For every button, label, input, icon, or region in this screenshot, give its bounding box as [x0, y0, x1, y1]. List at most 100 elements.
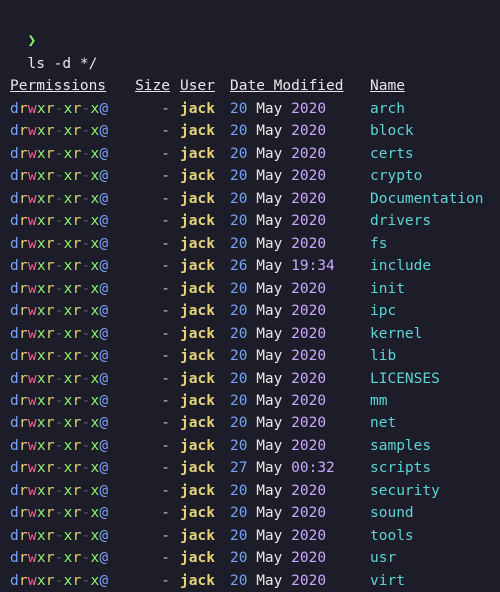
permissions: drwxr-xr-x@: [10, 300, 120, 322]
user: jack: [180, 435, 220, 457]
user: jack: [180, 390, 220, 412]
permissions: drwxr-xr-x@: [10, 98, 120, 120]
table-row: drwxr-xr-x@-jack 20 May 2020 usr: [10, 547, 490, 569]
table-row: drwxr-xr-x@-jack20 May 2020arch: [10, 98, 490, 120]
size: -: [130, 165, 170, 187]
size: -: [130, 368, 170, 390]
date-modified: 20 May 2020: [230, 412, 360, 434]
entry-name: samples: [370, 435, 490, 457]
header-date: Date Modified: [230, 75, 360, 97]
entry-name: init: [370, 278, 490, 300]
table-row: drwxr-xr-x@-jack20 May 2020LICENSES: [10, 368, 490, 390]
user: jack: [180, 188, 220, 210]
permissions: drwxr-xr-x@: [10, 233, 120, 255]
size: -: [130, 525, 170, 547]
date-modified: 20 May 2020: [230, 120, 360, 142]
user: jack: [180, 98, 220, 120]
entry-name: usr: [370, 547, 490, 569]
user: jack: [180, 525, 220, 547]
date-modified: 20 May 2020: [230, 143, 360, 165]
user: jack: [180, 255, 220, 277]
entry-name: mm: [370, 390, 490, 412]
permissions: drwxr-xr-x@: [10, 188, 120, 210]
permissions: drwxr-xr-x@: [10, 570, 120, 592]
entry-name: crypto: [370, 165, 490, 187]
date-modified: 20 May 2020: [230, 278, 360, 300]
entry-name: kernel: [370, 323, 490, 345]
date-modified: 20 May 2020: [230, 210, 360, 232]
permissions: drwxr-xr-x@: [10, 390, 120, 412]
header-user: User: [180, 75, 220, 97]
table-row: drwxr-xr-x@-jack20 May 2020net: [10, 412, 490, 434]
entry-name: tools: [370, 525, 490, 547]
permissions: drwxr-xr-x@: [10, 143, 120, 165]
date-modified: 20 May 2020: [230, 300, 360, 322]
permissions: drwxr-xr-x@: [10, 255, 120, 277]
entry-name: block: [370, 120, 490, 142]
entry-name: scripts: [370, 457, 490, 479]
permissions: drwxr-xr-x@: [10, 345, 120, 367]
table-row: drwxr-xr-x@-jack20 May 2020lib: [10, 345, 490, 367]
permissions: drwxr-xr-x@: [10, 368, 120, 390]
user: jack: [180, 210, 220, 232]
date-modified: 20 May 2020: [230, 98, 360, 120]
table-row: drwxr-xr-x@-jack20 May 2020virt: [10, 570, 490, 592]
user: jack: [180, 547, 220, 569]
permissions: drwxr-xr-x@: [10, 278, 120, 300]
table-row: drwxr-xr-x@-jack20 May 2020fs: [10, 233, 490, 255]
size: -: [130, 502, 170, 524]
entry-name: lib: [370, 345, 490, 367]
table-row: drwxr-xr-x@-jack20 May 2020drivers: [10, 210, 490, 232]
table-row: drwxr-xr-x@-jack26 May 19:34include: [10, 255, 490, 277]
date-modified: 20 May 2020: [230, 435, 360, 457]
user: jack: [180, 323, 220, 345]
size: -: [130, 188, 170, 210]
command-text: ls -d */: [27, 56, 97, 72]
table-row: drwxr-xr-x@-jack20 May 2020sound: [10, 502, 490, 524]
user: jack: [180, 165, 220, 187]
entry-name: ipc: [370, 300, 490, 322]
date-modified: 20 May 2020: [230, 570, 360, 592]
size: -: [130, 547, 170, 569]
entry-name: arch: [370, 98, 490, 120]
date-modified: 27 May 00:32: [230, 457, 360, 479]
user: jack: [180, 412, 220, 434]
permissions: drwxr-xr-x@: [10, 435, 120, 457]
date-modified: 20 May 2020: [230, 525, 360, 547]
table-row: drwxr-xr-x@-jack20 May 2020tools: [10, 525, 490, 547]
entry-name: security: [370, 480, 490, 502]
prompt-symbol: ❯: [27, 33, 36, 49]
size: -: [130, 480, 170, 502]
size: -: [130, 120, 170, 142]
size: -: [130, 300, 170, 322]
table-row: drwxr-xr-x@-jack20 May 2020Documentation: [10, 188, 490, 210]
table-row: drwxr-xr-x@-jack20 May 2020block: [10, 120, 490, 142]
size: -: [130, 457, 170, 479]
listing-header: Permissions Size User Date Modified Name: [10, 75, 490, 97]
table-row: drwxr-xr-x@-jack27 May 00:32scripts: [10, 457, 490, 479]
permissions: drwxr-xr-x@: [10, 210, 120, 232]
entry-name: sound: [370, 502, 490, 524]
date-modified: 20 May 2020: [230, 233, 360, 255]
table-row: drwxr-xr-x@-jack20 May 2020kernel: [10, 323, 490, 345]
user: jack: [180, 300, 220, 322]
user: jack: [180, 143, 220, 165]
size: -: [130, 345, 170, 367]
entry-name: LICENSES: [370, 368, 490, 390]
user: jack: [180, 120, 220, 142]
header-permissions: Permissions: [10, 75, 120, 97]
permissions: drwxr-xr-x@: [10, 547, 120, 569]
entry-name: certs: [370, 143, 490, 165]
entry-name: net: [370, 412, 490, 434]
date-modified: 20 May 2020: [230, 368, 360, 390]
date-modified: 20 May 2020: [230, 547, 360, 569]
size: -: [130, 323, 170, 345]
user: jack: [180, 457, 220, 479]
table-row: drwxr-xr-x@-jack20 May 2020mm: [10, 390, 490, 412]
date-modified: 20 May 2020: [230, 502, 360, 524]
table-row: drwxr-xr-x@-jack20 May 2020certs: [10, 143, 490, 165]
size: -: [130, 390, 170, 412]
table-row: drwxr-xr-x@-jack20 May 2020crypto: [10, 165, 490, 187]
permissions: drwxr-xr-x@: [10, 412, 120, 434]
directory-listing: drwxr-xr-x@-jack20 May 2020archdrwxr-xr-…: [10, 98, 490, 592]
